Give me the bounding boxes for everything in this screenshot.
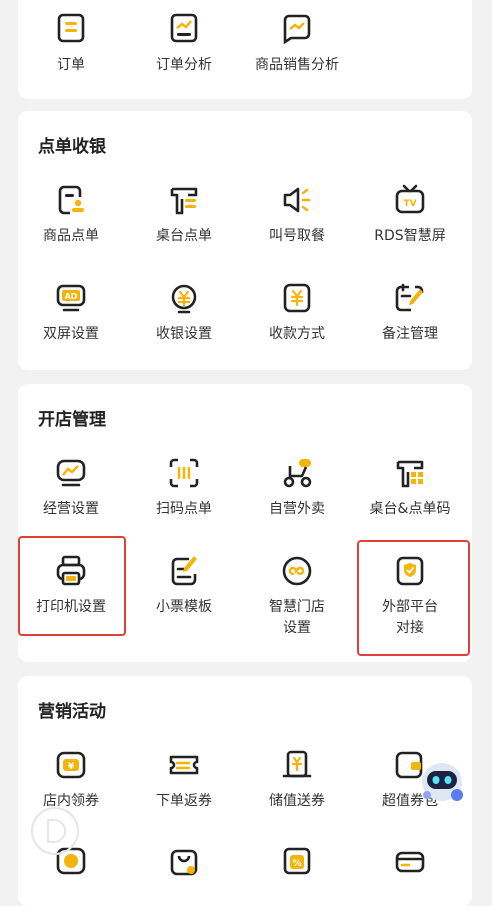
payment-icon (283, 283, 311, 313)
section-title: 点单收银 (38, 137, 106, 157)
grid-item-order-rebate[interactable]: 下单返券 (128, 748, 240, 812)
svg-text:AD: AD (65, 292, 78, 301)
grid-item-label: 自营外卖 (269, 501, 325, 517)
grid-item-rds-screen[interactable]: TV RDS智慧屏 (354, 183, 466, 247)
grid-item-label: 储值送券 (269, 793, 325, 809)
grid-item-label: 小票模板 (156, 599, 212, 615)
ad-screen-icon: AD (56, 284, 86, 312)
grid-item-goods-order[interactable]: 商品点单 (15, 183, 127, 247)
order-analysis-icon (170, 13, 198, 43)
discount-icon: % (283, 847, 311, 875)
grid-item-label: 外部平台 (382, 599, 438, 615)
robot-assistant-icon[interactable] (418, 755, 466, 807)
goods-order-icon (58, 185, 84, 215)
grid-item-stored-value[interactable]: 储值送券 (241, 748, 353, 812)
scan-icon (169, 458, 199, 488)
note-icon (395, 283, 424, 312)
grid-item-printer-settings[interactable]: 打印机设置 (15, 554, 127, 618)
svg-text:%: % (292, 859, 301, 869)
grid-item-external-platform[interactable]: 外部平台 对接 (354, 554, 466, 639)
grid-item-label: 智慧门店 (269, 599, 325, 615)
grid-item-label: 收款方式 (269, 326, 325, 342)
grid-item-note-management[interactable]: 备注管理 (354, 281, 466, 345)
grid-item-label: 桌台&点单码 (369, 501, 451, 517)
grid-item-label-line2: 对接 (396, 620, 424, 636)
grid-item-self-delivery[interactable]: 自营外卖 (241, 456, 353, 520)
top-card: 订单 订单分析 商品销售分析 (18, 0, 472, 99)
grid-item-label: 商品点单 (43, 228, 99, 244)
cashier-icon (171, 284, 197, 314)
grid-item-card[interactable] (354, 844, 466, 878)
grid-item-bag[interactable] (128, 844, 240, 878)
grid-item-label: 桌台点单 (156, 228, 212, 244)
order-icon (57, 13, 85, 43)
grid-item-label: 经营设置 (43, 501, 99, 517)
grid-item-label: 订单分析 (156, 57, 212, 73)
grid-item-table-qr[interactable]: 桌台&点单码 (354, 456, 466, 520)
marketing-card: 营销活动 ¥ 店内领券 下单返券 储值送券 超值券包 % (18, 676, 472, 906)
smart-store-icon (282, 556, 312, 586)
svg-text:¥: ¥ (68, 762, 75, 772)
grid-item-order-analysis[interactable]: 订单分析 (128, 12, 240, 76)
sales-analysis-icon (283, 14, 311, 45)
grid-item-cashier-settings[interactable]: 收银设置 (128, 281, 240, 345)
scooter-icon (283, 459, 312, 488)
store-card: 开店管理 经营设置 扫码点单 自营外卖 桌台&点单码 打印机设置 小票模板 智慧… (18, 384, 472, 662)
bag-icon (170, 849, 198, 876)
grid-item-label: 商品销售分析 (255, 57, 339, 73)
business-icon (56, 459, 86, 487)
grid-item-dual-screen[interactable]: AD 双屏设置 (15, 281, 127, 345)
receipt-icon (171, 556, 197, 586)
grid-item-label: 收银设置 (156, 326, 212, 342)
grid-item-label-line2: 设置 (283, 620, 311, 636)
table-qr-icon (396, 460, 424, 488)
grid-item-scan-order[interactable]: 扫码点单 (128, 456, 240, 520)
grid-item-label: 扫码点单 (156, 501, 212, 517)
table-order-icon (170, 187, 198, 215)
grid-item-payment-methods[interactable]: 收款方式 (241, 281, 353, 345)
grid-item-discount[interactable]: % (241, 844, 353, 878)
stored-value-icon (282, 750, 312, 778)
grid-item-label: 双屏设置 (43, 326, 99, 342)
grid-item-sales-analysis[interactable]: 商品销售分析 (241, 12, 353, 76)
shield-icon (396, 556, 424, 586)
grid-item-table-order[interactable]: 桌台点单 (128, 183, 240, 247)
grid-item-label: RDS智慧屏 (374, 228, 446, 244)
watermark-logo-icon (31, 807, 79, 855)
speaker-icon (283, 187, 311, 213)
grid-item-label: 打印机设置 (36, 599, 106, 615)
grid-item-store-coupon[interactable]: ¥ 店内领券 (15, 748, 127, 812)
ticket-icon (169, 755, 199, 775)
grid-item-call-number[interactable]: 叫号取餐 (241, 183, 353, 247)
grid-item-label: 备注管理 (382, 326, 438, 342)
tv-icon: TV (395, 184, 425, 214)
grid-item-business-settings[interactable]: 经营设置 (15, 456, 127, 520)
svg-text:TV: TV (403, 199, 416, 209)
card-icon (395, 851, 425, 873)
grid-item-order[interactable]: 订单 (15, 12, 127, 76)
section-title: 开店管理 (38, 410, 106, 430)
printer-icon (56, 555, 86, 586)
grid-item-smart-store[interactable]: 智慧门店 设置 (241, 554, 353, 639)
checkout-card: 点单收银 商品点单 桌台点单 叫号取餐 TV RDS智慧屏 AD 双屏设置 收银… (18, 111, 472, 370)
grid-item-label: 下单返券 (156, 793, 212, 809)
grid-item-label: 订单 (57, 57, 85, 73)
grid-item-receipt-template[interactable]: 小票模板 (128, 554, 240, 618)
grid-item-label: 叫号取餐 (269, 228, 325, 244)
section-title: 营销活动 (38, 702, 106, 722)
coupon-icon: ¥ (56, 751, 86, 779)
